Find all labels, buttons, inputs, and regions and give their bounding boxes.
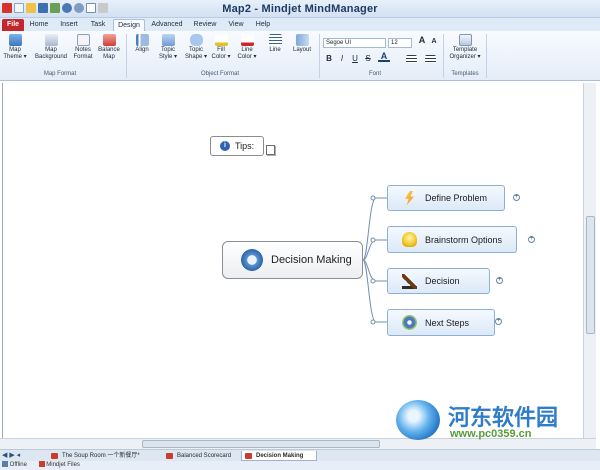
watermark-logo-icon <box>396 400 440 440</box>
status-offline[interactable]: Offline <box>10 462 27 468</box>
topic-label: Next Steps <box>425 317 470 328</box>
vertical-scroll-thumb[interactable] <box>586 216 595 334</box>
doc-tab-balanced-scorecard[interactable]: Balanced Scorecard <box>163 451 237 461</box>
topic-brainstorm-options[interactable]: Brainstorm Options <box>387 226 517 253</box>
expand-button[interactable]: + <box>496 277 503 284</box>
connector-node <box>370 195 376 201</box>
map-doc-icon <box>51 453 58 459</box>
status-bar: Offline Mindjet Files <box>0 461 600 470</box>
light-bulb-icon <box>402 232 417 247</box>
doc-tab-label: Decision Making <box>256 453 304 459</box>
expand-button[interactable]: + <box>528 236 535 243</box>
gavel-icon <box>402 273 417 289</box>
connector-node <box>370 237 376 243</box>
topic-define-problem[interactable]: Define Problem <box>387 185 505 211</box>
doc-tab-decision-making[interactable]: Decision Making <box>241 451 317 461</box>
watermark-url: www.pc0359.cn <box>450 428 532 440</box>
map-doc-icon <box>166 453 173 459</box>
connector-next-steps <box>362 259 387 323</box>
files-icon <box>38 461 45 468</box>
topic-label: Brainstorm Options <box>425 234 503 245</box>
topic-next-steps[interactable]: Next Steps <box>387 309 495 336</box>
status-mindjet-files[interactable]: Mindjet Files <box>46 462 80 468</box>
horizontal-scroll-thumb[interactable] <box>142 440 380 448</box>
offline-icon <box>2 461 8 468</box>
central-topic-label: Decision Making <box>271 254 352 266</box>
topic-label: Define Problem <box>425 193 488 203</box>
compass-icon <box>241 249 263 271</box>
expand-button[interactable]: + <box>513 194 520 201</box>
doc-tab-label: Balanced Scorecard <box>177 453 232 459</box>
note-icon[interactable] <box>266 145 275 155</box>
info-icon: i <box>220 141 230 151</box>
doc-tab-label: The Soup Room 一个新餐厅* <box>62 453 140 459</box>
map-doc-icon <box>245 453 252 459</box>
doc-tab-soup-room[interactable]: The Soup Room 一个新餐厅* <box>48 451 160 461</box>
connector-node <box>370 319 376 325</box>
expand-button[interactable]: + <box>495 318 502 325</box>
tips-label: Tips: <box>235 141 255 151</box>
document-tab-bar: ◀ ▶ ◂ The Soup Room 一个新餐厅* Balanced Scor… <box>0 449 600 461</box>
gears-icon <box>402 315 417 330</box>
vertical-scrollbar[interactable] <box>583 83 596 438</box>
lightning-icon <box>405 190 414 206</box>
tips-floating-topic[interactable]: i Tips: <box>210 136 264 156</box>
connector-define-problem <box>362 197 387 261</box>
central-topic[interactable]: Decision Making <box>222 241 363 279</box>
connector-node <box>370 278 376 284</box>
topic-label: Decision <box>425 276 460 286</box>
watermark: 河东软件园 www.pc0359.cn <box>392 398 592 442</box>
topic-decision[interactable]: Decision <box>387 268 490 294</box>
tab-nav-arrows[interactable]: ◀ ▶ ◂ <box>2 451 20 459</box>
